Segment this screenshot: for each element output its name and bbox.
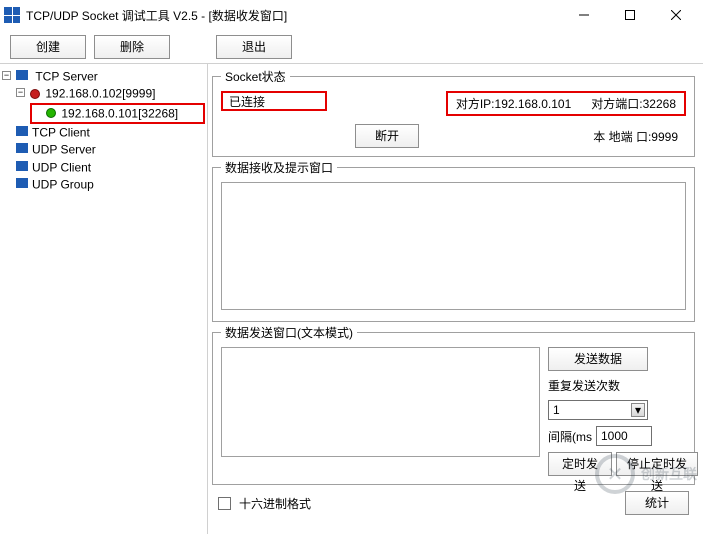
- sidebar-tree[interactable]: − TCP Server − 192.168.0.102[9999] 192.1…: [0, 64, 208, 534]
- tree-udp-group[interactable]: UDP Group: [2, 176, 205, 193]
- peer-info-box: 对方IP:192.168.0.101 对方端口:32268: [446, 91, 686, 116]
- send-button[interactable]: 发送数据: [548, 347, 648, 371]
- tree-tcp-client[interactable]: TCP Client: [2, 124, 205, 141]
- local-port-label: 本 地端 口:9999: [419, 128, 686, 145]
- connection-status: 已连接: [221, 91, 327, 111]
- server-icon: [16, 70, 28, 80]
- bottom-bar: 十六进制格式 统计: [212, 487, 695, 519]
- disconnect-button[interactable]: 断开: [355, 124, 419, 148]
- app-icon: [4, 7, 20, 23]
- create-button[interactable]: 创建: [10, 35, 86, 59]
- timer-send-button[interactable]: 定时发送: [548, 452, 612, 476]
- expand-icon[interactable]: −: [16, 88, 25, 97]
- recv-textarea[interactable]: [221, 182, 686, 310]
- recv-legend: 数据接收及提示窗口: [221, 159, 337, 176]
- tree-tcp-server[interactable]: − TCP Server − 192.168.0.102[9999] 192.1…: [2, 68, 205, 124]
- close-button[interactable]: [653, 0, 699, 30]
- group-icon: [16, 178, 28, 188]
- recv-group: 数据接收及提示窗口: [212, 159, 695, 322]
- title-bar: TCP/UDP Socket 调试工具 V2.5 - [数据收发窗口]: [0, 0, 703, 30]
- tree-udp-server[interactable]: UDP Server: [2, 141, 205, 158]
- send-group: 数据发送窗口(文本模式) 发送数据 重复发送次数 1 ▾ 间隔(ms 定时发送: [212, 324, 695, 485]
- send-textarea[interactable]: [221, 347, 540, 457]
- tree-udp-client[interactable]: UDP Client: [2, 159, 205, 176]
- status-green-icon: [46, 108, 56, 118]
- maximize-button[interactable]: [607, 0, 653, 30]
- client-icon: [16, 126, 28, 136]
- chevron-down-icon[interactable]: ▾: [631, 403, 645, 417]
- expand-icon[interactable]: −: [2, 71, 11, 80]
- socket-status-group: Socket状态 已连接 对方IP:192.168.0.101 对方端口:322…: [212, 68, 695, 157]
- repeat-label: 重复发送次数: [548, 377, 620, 394]
- interval-label: 间隔(ms: [548, 428, 592, 445]
- peer-port-label: 对方端口:32268: [591, 95, 676, 112]
- tree-connection[interactable]: 192.168.0.101[32268]: [30, 103, 205, 124]
- interval-input[interactable]: [596, 426, 652, 446]
- window-title: TCP/UDP Socket 调试工具 V2.5 - [数据收发窗口]: [26, 7, 561, 24]
- tree-listener[interactable]: − 192.168.0.102[9999] 192.168.0.101[3226…: [16, 85, 205, 124]
- hex-label: 十六进制格式: [239, 495, 311, 512]
- repeat-select[interactable]: 1 ▾: [548, 400, 648, 420]
- peer-ip-label: 对方IP:192.168.0.101: [456, 95, 571, 112]
- toolbar: 创建 删除 退出: [0, 30, 703, 64]
- socket-legend: Socket状态: [221, 68, 290, 85]
- minimize-button[interactable]: [561, 0, 607, 30]
- quit-button[interactable]: 退出: [216, 35, 292, 59]
- hex-checkbox[interactable]: [218, 497, 231, 510]
- stop-timer-button[interactable]: 停止定时发送: [616, 452, 698, 476]
- server-icon: [16, 143, 28, 153]
- client-icon: [16, 161, 28, 171]
- delete-button[interactable]: 删除: [94, 35, 170, 59]
- stats-button[interactable]: 统计: [625, 491, 689, 515]
- send-legend: 数据发送窗口(文本模式): [221, 324, 357, 341]
- status-red-icon: [30, 89, 40, 99]
